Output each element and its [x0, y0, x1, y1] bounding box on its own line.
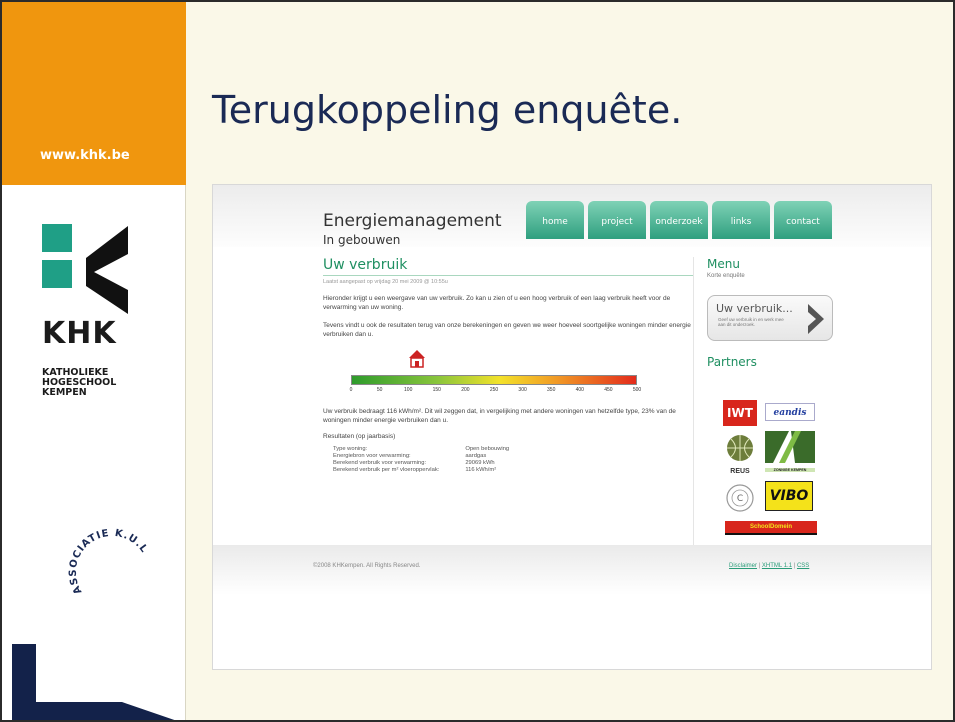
partner-logo-vibo-seal[interactable]: C	[725, 483, 755, 513]
table-row: Berekend verbruik voor verwarming: 29069…	[323, 460, 525, 467]
nav-tab-home[interactable]: home	[526, 201, 584, 239]
intro-paragraph: Hieronder krijgt u een weergave van uw v…	[323, 295, 671, 311]
house-marker-icon	[409, 350, 426, 368]
table-row: Berekend verbruik per m² vloeroppervlak:…	[323, 467, 525, 474]
globe-icon	[727, 435, 753, 461]
zonnige-kempen-label: ZONNIGE KEMPEN	[765, 468, 815, 472]
footer-copyright: ©2008 KHKempen. All Rights Reserved.	[313, 563, 421, 569]
info-paragraph: Tevens vindt u ook de resultaten terug v…	[323, 322, 691, 338]
partners-title: Partners	[707, 355, 757, 369]
result-value: 116 kWh/m²	[465, 467, 497, 473]
result-sentence: Uw verbruik bedraagt 116 kWh/m². Dit wil…	[323, 408, 676, 424]
brand-title: Energiemanagement	[323, 211, 502, 231]
partner-logo-zonnige-kempen[interactable]: ZONNIGE KEMPEN	[765, 431, 815, 472]
slide: www.khk.be KHK KATHOLIEKE HOGESCHOOL KEM…	[0, 0, 955, 722]
meter-tick-label: 400	[575, 387, 584, 393]
column-divider	[693, 257, 694, 547]
chevron-right-icon	[808, 304, 824, 334]
reus-label: REUS	[730, 468, 750, 475]
vibo-label: VIBO	[769, 488, 809, 504]
associatie-kuleuven-seal-icon: ASSOCIATIE K.U.LEUVEN	[62, 522, 150, 596]
uw-verbruik-title: Uw verbruik...	[716, 302, 793, 315]
meter-tick-label: 50	[376, 387, 383, 393]
result-value: aardgas	[465, 453, 487, 459]
website-footer	[213, 545, 931, 595]
footer-links: Disclaimer | XHTML 1.1 | CSS	[729, 563, 809, 569]
meter-tick-label: 0	[349, 387, 353, 393]
meter-tick-label: 300	[518, 387, 527, 393]
logo-subtitle-line: KEMPEN	[42, 387, 87, 398]
meter-tick-label: 200	[461, 387, 470, 393]
corner-decoration-icon	[12, 644, 175, 720]
svg-text:ASSOCIATIE K.U.LEUVEN: ASSOCIATIE K.U.LEUVEN	[62, 522, 150, 596]
nav-tab-onderzoek[interactable]: onderzoek	[650, 201, 708, 239]
partner-logo-vibo[interactable]: VIBO	[765, 481, 813, 511]
khk-logo-text: KHK	[42, 316, 117, 351]
site-url[interactable]: www.khk.be	[40, 148, 130, 163]
meter-tick-label: 500	[632, 387, 642, 393]
result-label: Type woning:	[333, 446, 368, 452]
partner-logo-schooldomein[interactable]: SchoolDomein	[725, 521, 817, 535]
footer-link-css[interactable]: CSS	[797, 563, 809, 569]
nav-tabs: home project onderzoek links contact	[526, 201, 832, 239]
brand-subtitle: In gebouwen	[323, 233, 401, 247]
menu-item-korte-enquete[interactable]: Korte enquête	[707, 273, 837, 279]
uw-verbruik-desc: Geef uw verbruik in en werk mee aan dit …	[718, 317, 784, 327]
meter-tick-label: 350	[547, 387, 556, 393]
results-header: Resultaten (op jaarbasis)	[323, 433, 396, 440]
nav-tab-project[interactable]: project	[588, 201, 646, 239]
meter-tick-label: 150	[432, 387, 441, 393]
khk-logo-subtitle: KATHOLIEKE HOGESCHOOL KEMPEN	[42, 368, 116, 398]
meter-tick-label: 250	[489, 387, 499, 393]
zk-mark-icon	[765, 431, 815, 463]
schooldomein-label: SchoolDomein	[749, 524, 792, 530]
meter-tick-label: 450	[604, 387, 613, 393]
table-row: Type woning: Open bebouwing	[323, 446, 525, 453]
result-label: Berekend verbruik voor verwarming:	[333, 460, 427, 466]
results-block: Uw verbruik bedraagt 116 kWh/m². Dit wil…	[323, 407, 693, 474]
meter-ticks: 0 50 100 150 200 250 300 350 400 450 500	[349, 385, 642, 397]
result-value: Open bebouwing	[465, 446, 510, 452]
table-row: Energiebron voor verwarming: aardgas	[323, 453, 525, 460]
web-sidebar: Menu Korte enquête Uw verbruik... Geef u…	[707, 257, 837, 369]
footer-link-disclaimer[interactable]: Disclaimer	[729, 563, 757, 569]
slide-title: Terugkoppeling enquête.	[212, 88, 683, 132]
left-column: www.khk.be KHK KATHOLIEKE HOGESCHOOL KEM…	[2, 2, 186, 720]
result-value: 29069 kWh	[465, 460, 495, 466]
menu-title: Menu	[707, 257, 740, 271]
khk-logo-icon	[42, 224, 128, 314]
partner-logo-eandis[interactable]: eandis	[765, 403, 815, 421]
meter-bar	[351, 375, 637, 385]
main-content: Uw verbruik Laatst aangepast op vrijdag …	[323, 257, 693, 339]
footer-link-xhtml[interactable]: XHTML 1.1	[762, 563, 792, 569]
result-label: Berekend verbruik per m² vloeroppervlak:	[333, 467, 440, 473]
last-modified: Laatst aangepast op vrijdag 20 mei 2009 …	[323, 279, 448, 285]
seal-text: ASSOCIATIE K.U.LEUVEN	[62, 522, 149, 596]
nav-tab-links[interactable]: links	[712, 201, 770, 239]
partner-logo-reus[interactable]: REUS	[721, 433, 759, 475]
results-table: Type woning: Open bebouwing Energiebron …	[323, 446, 525, 474]
consumption-meter: 0 50 100 150 200 250 300 350 400 450 500	[349, 350, 642, 397]
section-title: Uw verbruik	[323, 257, 693, 276]
result-label: Energiebron voor verwarming:	[333, 453, 411, 459]
svg-text:C: C	[737, 494, 743, 504]
nav-tab-contact[interactable]: contact	[774, 201, 832, 239]
meter-tick-label: 100	[404, 387, 413, 393]
seal-icon: C	[726, 484, 754, 512]
uw-verbruik-button[interactable]: Uw verbruik... Geef uw verbruik in en we…	[707, 295, 833, 341]
website-screenshot: Energiemanagement In gebouwen home proje…	[212, 184, 932, 670]
partner-logo-iwt[interactable]: IWT	[723, 400, 757, 426]
